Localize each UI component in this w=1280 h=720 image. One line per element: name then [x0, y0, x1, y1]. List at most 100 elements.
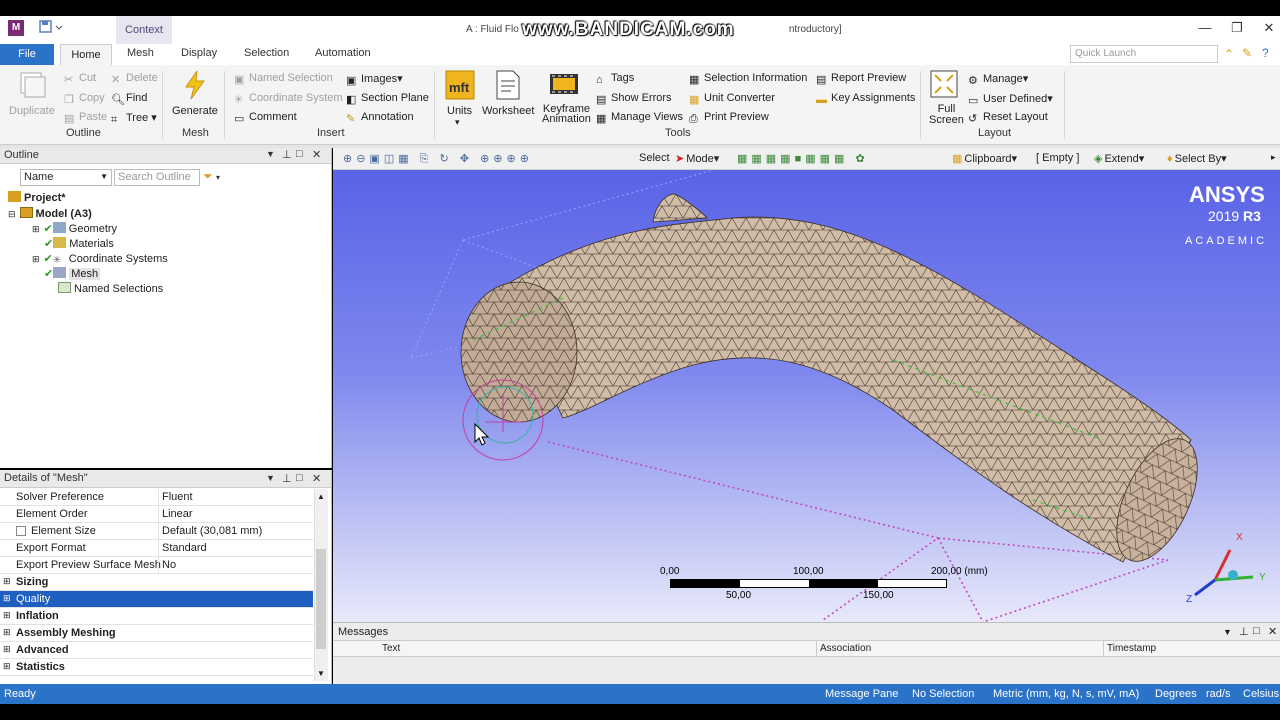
tab-display[interactable]: Display	[181, 47, 217, 59]
select-button[interactable]: Select	[639, 152, 670, 164]
outline-filter-select[interactable]: Name ▼	[20, 169, 112, 186]
extend-button[interactable]: ◈ Extend▾	[1094, 152, 1144, 165]
details-row[interactable]: Element Size Default (30,081 mm)	[0, 523, 313, 540]
find-button[interactable]: 🔍︎Find	[111, 92, 147, 106]
images-button[interactable]: ▣ Images▾	[346, 72, 403, 87]
column-header-text[interactable]: Text	[382, 643, 400, 654]
pane-menu-icon[interactable]: ▼	[1223, 627, 1232, 637]
tab-mesh[interactable]: Mesh	[127, 47, 154, 59]
tree-item-named-selections[interactable]: Named Selections	[58, 282, 163, 295]
pin-icon[interactable]: ⊥	[282, 148, 292, 161]
restore-button[interactable]: ❐	[1222, 20, 1252, 36]
quick-access-toolbar[interactable]	[36, 19, 64, 38]
tab-automation[interactable]: Automation	[315, 47, 371, 59]
temperature-units[interactable]: Celsius	[1243, 688, 1279, 700]
close-icon[interactable]: ✕	[1268, 625, 1277, 638]
maximize-icon[interactable]: □	[1253, 625, 1260, 637]
details-scrollbar[interactable]: ▲ ▼	[314, 489, 328, 681]
tab-home[interactable]: Home	[60, 44, 112, 66]
details-category[interactable]: ⊞ Assembly Meshing	[0, 625, 313, 642]
section-plane-button[interactable]: ◧ Section Plane	[346, 92, 429, 106]
tree-item-project[interactable]: Project*	[8, 191, 66, 204]
tree-item-mesh[interactable]: ✔ Mesh	[44, 267, 101, 280]
search-outline-input[interactable]: Search Outline	[114, 169, 200, 186]
tree-item-coordinate-systems[interactable]: ⊞ ✔✳ Coordinate Systems	[32, 252, 168, 266]
tree-item-model[interactable]: ⊟ Model (A3)	[8, 207, 92, 220]
pin-icon[interactable]: ⊥	[282, 472, 292, 485]
details-row[interactable]: Element Order Linear	[0, 506, 313, 523]
details-row[interactable]: Export Preview Surface Mesh No	[0, 557, 313, 574]
feedback-icon[interactable]: ✎	[1242, 46, 1252, 60]
tree-item-geometry[interactable]: ⊞ ✔ Geometry	[32, 222, 117, 235]
details-category-selected[interactable]: ⊞ Quality	[0, 591, 313, 608]
maximize-icon[interactable]: □	[296, 148, 303, 160]
details-category[interactable]: ⊞ Sizing	[0, 574, 313, 591]
selection-information-button[interactable]: ▦ Selection Information	[689, 72, 807, 86]
pane-menu-icon[interactable]: ▼	[266, 473, 275, 483]
unit-system[interactable]: Metric (mm, kg, N, s, mV, mA)	[993, 688, 1139, 700]
worksheet-button[interactable]: Worksheet	[482, 105, 534, 117]
context-tab-header[interactable]: Context	[116, 16, 172, 44]
tags-button[interactable]: ⌂ Tags	[596, 72, 634, 86]
maximize-icon[interactable]: □	[296, 472, 303, 484]
toolbar-overflow[interactable]: ▸	[1271, 152, 1276, 163]
keyframe-animation-button[interactable]: Keyframe Animation	[542, 104, 591, 125]
selection-filter-icons[interactable]: ▦▦▦▦■▦▦▦ ✿	[737, 152, 869, 165]
show-errors-button[interactable]: ▤ Show Errors	[596, 92, 672, 106]
filter-icon[interactable]: ⏷ ▾	[203, 169, 220, 184]
column-header-timestamp[interactable]: Timestamp	[1107, 643, 1156, 654]
graphics-viewport[interactable]: X Y Z ANSYS 2019 R3 ACADEMIC 0,00 100,00…	[333, 170, 1280, 622]
annotation-button[interactable]: ✎ Annotation	[346, 111, 414, 125]
help-icon[interactable]: ?	[1262, 46, 1269, 60]
close-icon[interactable]: ✕	[312, 148, 321, 161]
details-category[interactable]: ⊞ Advanced	[0, 642, 313, 659]
full-screen-button[interactable]: Full Screen	[929, 104, 964, 126]
chevron-up-icon[interactable]: ▲	[317, 492, 325, 501]
rotation-units[interactable]: rad/s	[1206, 688, 1230, 700]
checkbox[interactable]	[16, 526, 26, 536]
pin-icon[interactable]: ⊥	[1239, 625, 1249, 638]
mode-button[interactable]: ➤ Mode▾	[675, 152, 719, 165]
chevron-down-icon[interactable]: ▾	[455, 117, 460, 128]
unit-converter-button[interactable]: ▦ Unit Converter	[689, 92, 775, 106]
message-pane-toggle[interactable]: Message Pane	[825, 688, 898, 700]
view-tools-icons[interactable]: ⊕⊖▣◫▦ ⎘ ↻ ✥ ⊕⊕⊕⊕	[343, 152, 533, 166]
copy-button[interactable]: ❐ Copy	[64, 92, 105, 106]
key-assignments-button[interactable]: ▬ Key Assignments	[816, 92, 915, 106]
angle-units[interactable]: Degrees	[1155, 688, 1197, 700]
comment-button[interactable]: ▭ Comment	[234, 111, 297, 125]
units-button[interactable]: Units	[447, 105, 472, 117]
tree-item-materials[interactable]: ✔ Materials	[44, 237, 114, 250]
app-icon[interactable]: M	[8, 20, 24, 36]
clipboard-button[interactable]: ▦ Clipboard▾	[952, 152, 1017, 165]
duplicate-button[interactable]: Duplicate	[9, 105, 55, 117]
cut-button[interactable]: ✂ Cut	[64, 72, 96, 86]
close-icon[interactable]: ✕	[312, 472, 321, 485]
reset-layout-button[interactable]: ↺ Reset Layout	[968, 111, 1048, 125]
manage-button[interactable]: ⚙ Manage▾	[968, 72, 1028, 87]
manage-views-button[interactable]: ▦ Manage Views	[596, 111, 683, 125]
details-row[interactable]: Solver Preference Fluent	[0, 489, 313, 506]
minimize-button[interactable]: —	[1190, 20, 1220, 35]
report-preview-button[interactable]: ▤ Report Preview	[816, 72, 906, 86]
tab-selection[interactable]: Selection	[244, 47, 289, 59]
select-by-button[interactable]: ♦ Select By▾	[1167, 152, 1227, 165]
details-category[interactable]: ⊞ Statistics	[0, 659, 313, 676]
chevron-up-icon[interactable]: ⌃	[1224, 47, 1234, 61]
pane-menu-icon[interactable]: ▼	[266, 149, 275, 159]
coordinate-system-button[interactable]: ✳ Coordinate System	[234, 92, 343, 106]
print-preview-button[interactable]: ⎙ Print Preview	[689, 111, 769, 125]
details-category[interactable]: ⊞ Inflation	[0, 608, 313, 625]
generate-button[interactable]: Generate	[172, 105, 218, 117]
quick-launch-input[interactable]: Quick Launch	[1070, 45, 1218, 63]
delete-button[interactable]: ✕ Delete	[111, 72, 158, 86]
chevron-down-icon[interactable]: ▼	[317, 669, 325, 678]
details-row[interactable]: Export Format Standard	[0, 540, 313, 557]
tree-button[interactable]: ⌗ Tree ▾	[111, 111, 157, 126]
named-selection-button[interactable]: ▣ Named Selection	[234, 72, 333, 86]
paste-button[interactable]: ▤ Paste	[64, 111, 107, 125]
user-defined-button[interactable]: ▭ User Defined▾	[968, 92, 1053, 107]
scrollbar-thumb[interactable]	[316, 549, 326, 649]
column-header-association[interactable]: Association	[820, 643, 871, 654]
close-button[interactable]: ✕	[1254, 20, 1280, 36]
